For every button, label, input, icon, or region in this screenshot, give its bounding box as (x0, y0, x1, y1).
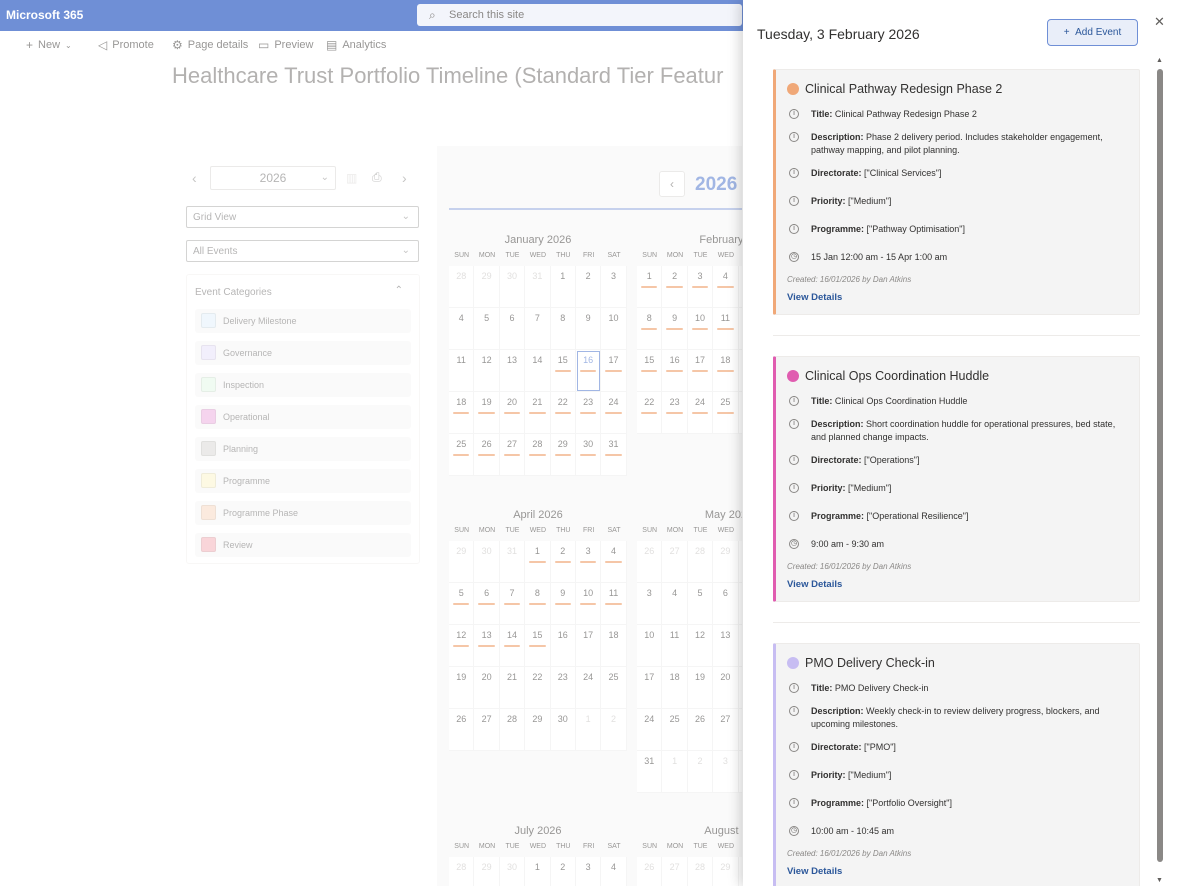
search-icon: ⌕ (429, 8, 436, 22)
field-label: Programme: (811, 224, 865, 234)
created-info: Created: 16/01/2026 by Dan Atkins (787, 562, 912, 571)
field-label: Priority: (811, 196, 846, 206)
event-card: Clinical Pathway Redesign Phase 2 i Title:… (773, 69, 1140, 315)
site-search-box[interactable]: ⌕ Search this site (417, 4, 742, 26)
field-label: Description: (811, 419, 864, 429)
event-name: Clinical Pathway Redesign Phase 2 (805, 82, 1003, 96)
view-details-link[interactable]: View Details (787, 866, 842, 877)
clock-icon: ◷ (789, 539, 799, 549)
event-heading: Clinical Ops Coordination Huddle (787, 369, 989, 383)
time-value: 15 Jan 12:00 am - 15 Apr 1:00 am (811, 252, 948, 262)
field-label: Programme: (811, 798, 865, 808)
info-icon: i (789, 483, 799, 493)
event-separator (773, 335, 1140, 336)
field-value: Clinical Ops Coordination Huddle (834, 396, 968, 406)
info-icon: i (789, 798, 799, 808)
event-name: Clinical Ops Coordination Huddle (805, 369, 990, 383)
field-value: ["Clinical Services"] (864, 168, 942, 178)
created-info: Created: 16/01/2026 by Dan Atkins (787, 849, 912, 858)
panel-scrollbar[interactable]: ▲ ▼ (1156, 57, 1164, 884)
view-details-link[interactable]: View Details (787, 292, 842, 303)
field-label: Description: (811, 132, 864, 142)
field-value: ["Operational Resilience"] (866, 511, 969, 521)
field-label: Title: (811, 396, 833, 406)
field-value: ["Medium"] (848, 770, 892, 780)
info-icon: i (789, 109, 799, 119)
scroll-up-icon[interactable]: ▲ (1156, 57, 1163, 64)
event-heading: PMO Delivery Check-in (787, 656, 935, 670)
field-label: Directorate: (811, 455, 862, 465)
page-overlay (0, 31, 745, 886)
field-value: ["Pathway Optimisation"] (866, 224, 965, 234)
clock-icon: ◷ (789, 252, 799, 262)
day-events-panel: Tuesday, 3 February 2026 + Add Event ✕ ▲… (743, 0, 1190, 886)
panel-date-title: Tuesday, 3 February 2026 (757, 26, 920, 42)
field-label: Title: (811, 109, 833, 119)
info-icon: i (789, 770, 799, 780)
event-heading: Clinical Pathway Redesign Phase 2 (787, 82, 1002, 96)
field-label: Directorate: (811, 168, 862, 178)
field-label: Priority: (811, 483, 846, 493)
info-icon: i (789, 683, 799, 693)
info-icon: i (789, 396, 799, 406)
field-value: ["Medium"] (848, 196, 892, 206)
scrollbar-thumb[interactable] (1157, 69, 1163, 862)
field-label: Title: (811, 683, 833, 693)
add-event-button[interactable]: + Add Event (1047, 19, 1138, 46)
close-icon[interactable]: ✕ (1154, 14, 1165, 30)
event-separator (773, 622, 1140, 623)
event-name: PMO Delivery Check-in (805, 656, 935, 670)
info-icon: i (789, 706, 799, 716)
field-label: Description: (811, 706, 864, 716)
category-dot (787, 657, 799, 669)
info-icon: i (789, 132, 799, 142)
info-icon: i (789, 196, 799, 206)
view-details-link[interactable]: View Details (787, 579, 842, 590)
info-icon: i (789, 419, 799, 429)
field-label: Directorate: (811, 742, 862, 752)
field-value: ["Operations"] (864, 455, 920, 465)
info-icon: i (789, 455, 799, 465)
field-value: ["Medium"] (848, 483, 892, 493)
field-value: ["Portfolio Oversight"] (866, 798, 952, 808)
created-info: Created: 16/01/2026 by Dan Atkins (787, 275, 912, 284)
info-icon: i (789, 168, 799, 178)
scroll-down-icon[interactable]: ▼ (1156, 877, 1163, 884)
category-dot (787, 83, 799, 95)
time-value: 9:00 am - 9:30 am (811, 539, 885, 549)
info-icon: i (789, 742, 799, 752)
field-value: PMO Delivery Check-in (834, 683, 929, 693)
event-card: Clinical Ops Coordination Huddle i Title: … (773, 356, 1140, 602)
plus-icon: + (1063, 27, 1070, 38)
info-icon: i (789, 511, 799, 521)
category-dot (787, 370, 799, 382)
time-value: 10:00 am - 10:45 am (811, 826, 895, 836)
clock-icon: ◷ (789, 826, 799, 836)
app-brand[interactable]: Microsoft 365 (6, 8, 83, 22)
field-label: Priority: (811, 770, 846, 780)
field-value: Clinical Pathway Redesign Phase 2 (834, 109, 977, 119)
event-card: PMO Delivery Check-in i Title: PMO Deliver… (773, 643, 1140, 886)
search-placeholder: Search this site (449, 9, 525, 21)
info-icon: i (789, 224, 799, 234)
field-label: Programme: (811, 511, 865, 521)
field-value: ["PMO"] (864, 742, 896, 752)
